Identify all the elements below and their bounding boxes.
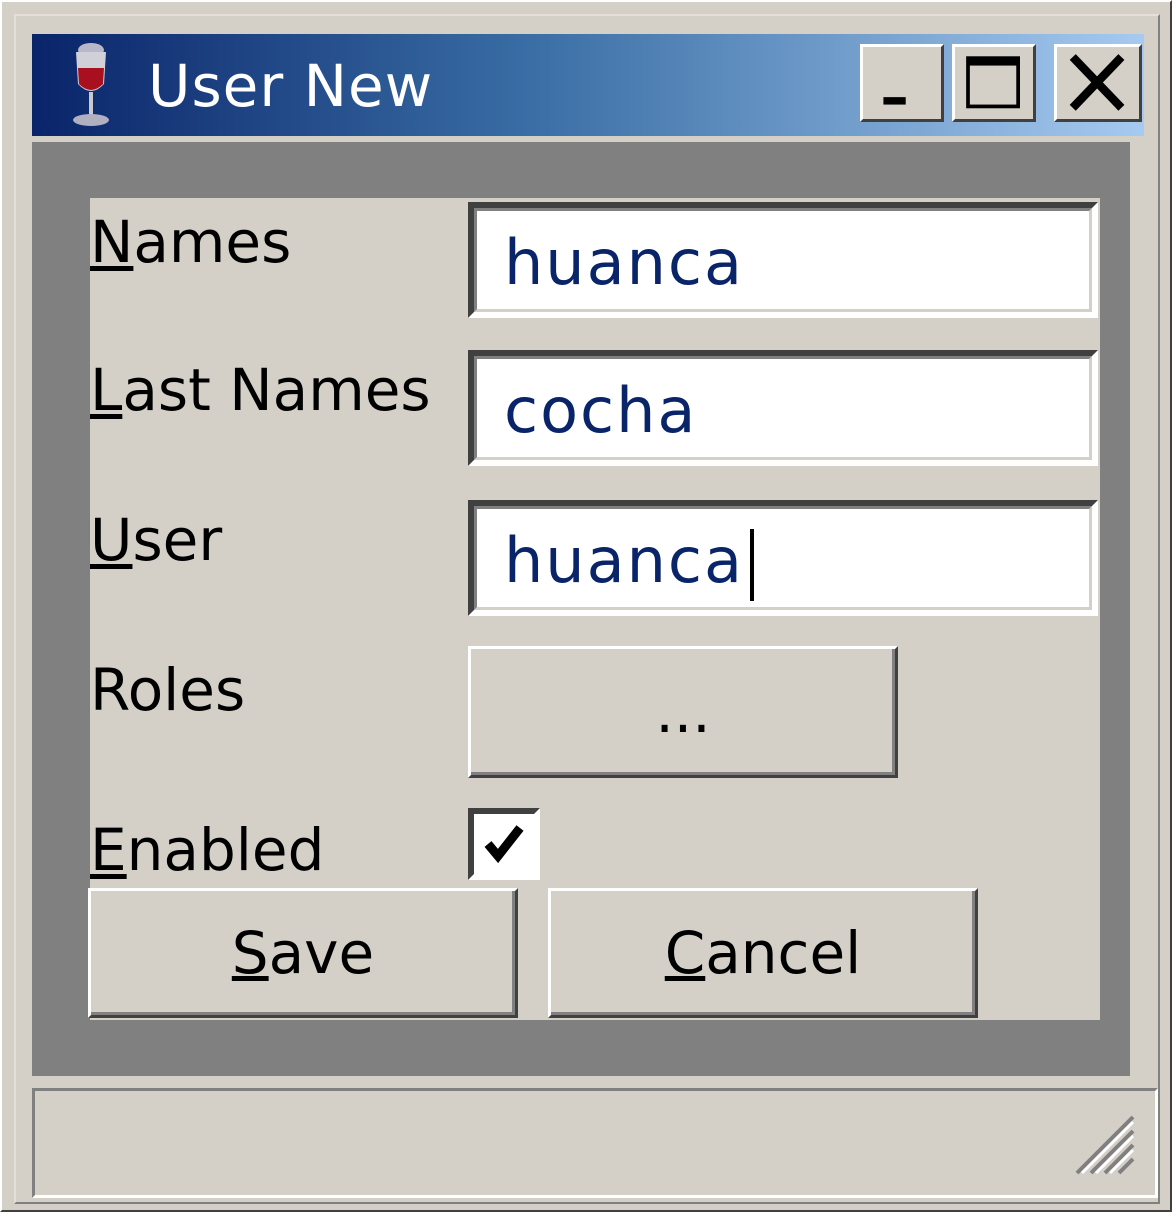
- user-value: huanca: [504, 524, 754, 601]
- maximize-button[interactable]: [952, 44, 1036, 122]
- enabled-label: Enabled: [90, 816, 325, 884]
- user-input[interactable]: huanca: [468, 500, 1098, 616]
- status-bar: [32, 1088, 1158, 1198]
- checkmark-icon: [484, 825, 524, 864]
- user-label: User: [90, 506, 223, 574]
- roles-button[interactable]: ...: [468, 646, 898, 778]
- enabled-checkbox[interactable]: [468, 808, 540, 880]
- close-button[interactable]: [1054, 44, 1142, 122]
- cancel-button[interactable]: Cancel: [548, 888, 978, 1018]
- wine-glass-icon: [73, 43, 109, 126]
- maximize-icon: [966, 56, 1020, 109]
- minimize-button[interactable]: [860, 44, 944, 122]
- close-icon: [1069, 54, 1125, 111]
- names-input[interactable]: huanca: [468, 202, 1098, 318]
- last-names-value: cocha: [504, 374, 698, 447]
- dialog-window: User New Names huanca Last Names cocha U…: [0, 0, 1172, 1212]
- save-button[interactable]: Save: [88, 888, 518, 1018]
- window-title: User New: [148, 52, 434, 120]
- text-caret: [749, 528, 754, 601]
- resize-grip-icon[interactable]: [1067, 1107, 1137, 1177]
- last-names-label: Last Names: [90, 356, 431, 424]
- names-label: Names: [90, 208, 292, 276]
- names-value: huanca: [504, 226, 744, 299]
- roles-label: Roles: [90, 656, 246, 724]
- minimize-icon: [883, 97, 906, 105]
- last-names-input[interactable]: cocha: [468, 350, 1098, 466]
